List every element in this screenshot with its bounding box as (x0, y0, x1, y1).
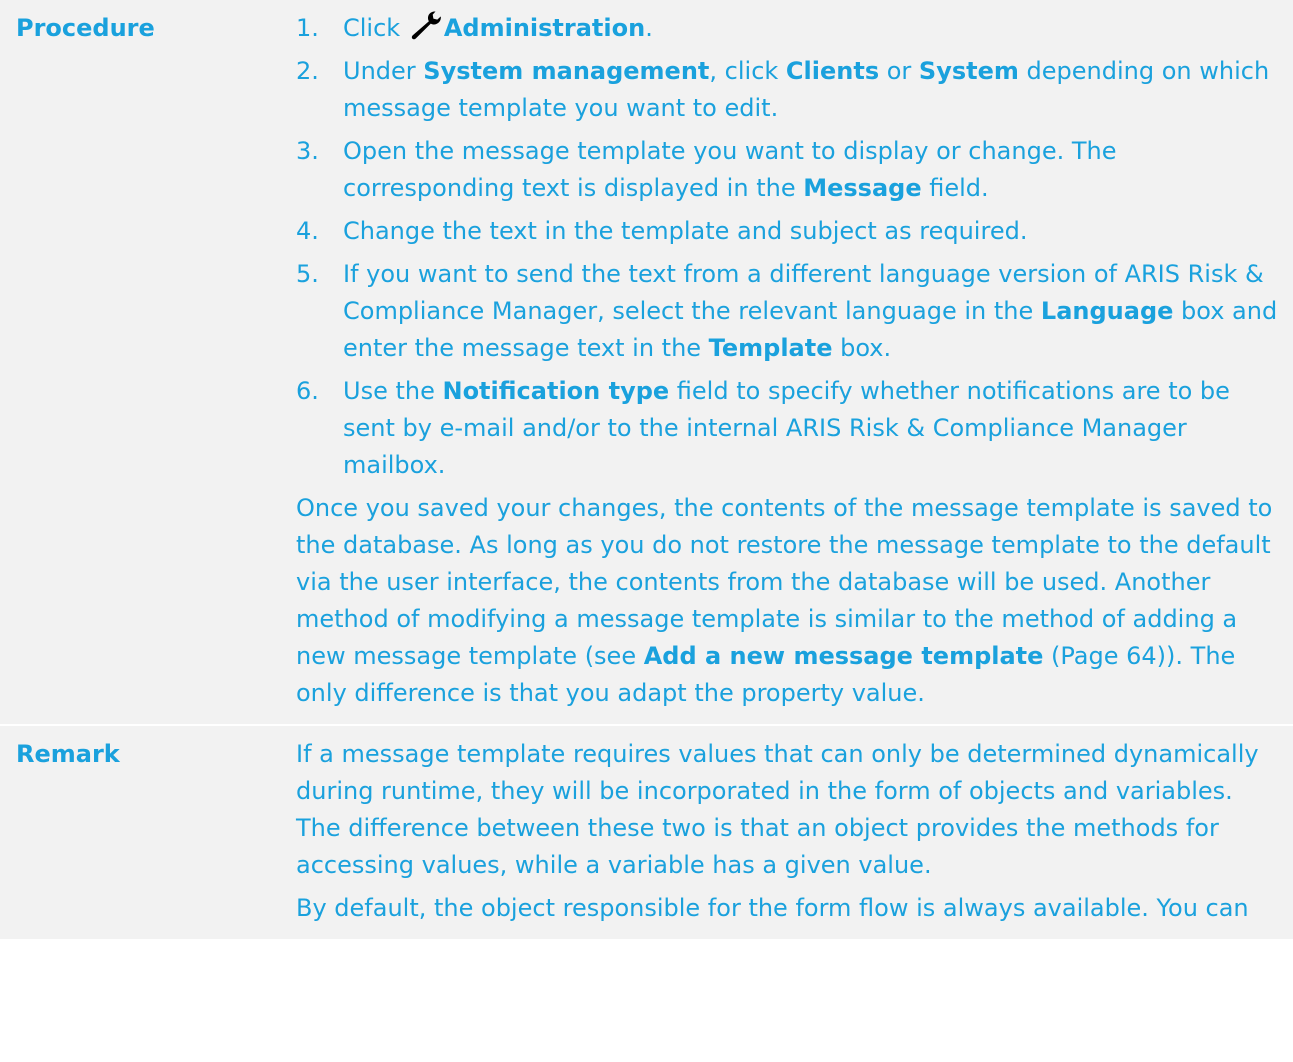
step-bold: Notification type (442, 377, 670, 405)
step-text: , click (709, 57, 786, 85)
step-bold: Template (708, 334, 833, 362)
step-text: Open the message template you want to di… (343, 137, 1117, 202)
remark-label: Remark (0, 724, 286, 939)
procedure-note: Once you saved your changes, the content… (296, 490, 1281, 712)
step-2: 2. Under System management, click Client… (296, 53, 1281, 127)
step-text: box. (832, 334, 892, 362)
step-6: 6. Use the Notification type field to sp… (296, 373, 1281, 484)
step-text: Click (343, 14, 408, 42)
step-3: 3. Open the message template you want to… (296, 133, 1281, 207)
remark-row: Remark If a message template requires va… (0, 724, 1293, 939)
step-bold: System management (423, 57, 710, 85)
step-bold: Administration (443, 14, 646, 42)
remark-paragraph: By default, the object responsible for t… (296, 894, 1249, 922)
step-text: or (879, 57, 919, 85)
cross-reference-link[interactable]: Add a new message template (644, 642, 1044, 670)
step-bold: Message (803, 174, 922, 202)
step-number: 2. (296, 57, 319, 85)
wrench-icon (410, 10, 444, 40)
step-text: Use the (343, 377, 443, 405)
step-5: 5. If you want to send the text from a d… (296, 256, 1281, 367)
step-4: 4. Change the text in the template and s… (296, 213, 1281, 250)
procedure-label: Procedure (0, 0, 286, 725)
remark-content: If a message template requires values th… (286, 724, 1293, 939)
procedure-steps: 1. Click Administration. 2. Under System… (296, 10, 1281, 484)
step-number: 4. (296, 217, 319, 245)
step-text: field. (921, 174, 989, 202)
step-number: 5. (296, 260, 319, 288)
step-bold: Language (1040, 297, 1174, 325)
step-number: 3. (296, 137, 319, 165)
procedure-content: 1. Click Administration. 2. Under System… (286, 0, 1293, 725)
step-bold: System (918, 57, 1019, 85)
step-text: . (645, 14, 653, 42)
step-bold: Clients (785, 57, 880, 85)
remark-paragraph: If a message template requires values th… (296, 740, 1259, 879)
step-number: 6. (296, 377, 319, 405)
step-1: 1. Click Administration. (296, 10, 1281, 47)
step-number: 1. (296, 14, 319, 42)
procedure-row: Procedure 1. Click Administration. 2. Un… (0, 0, 1293, 725)
step-text: Change the text in the template and subj… (343, 217, 1028, 245)
step-text: Under (343, 57, 424, 85)
document-table: Procedure 1. Click Administration. 2. Un… (0, 0, 1293, 939)
